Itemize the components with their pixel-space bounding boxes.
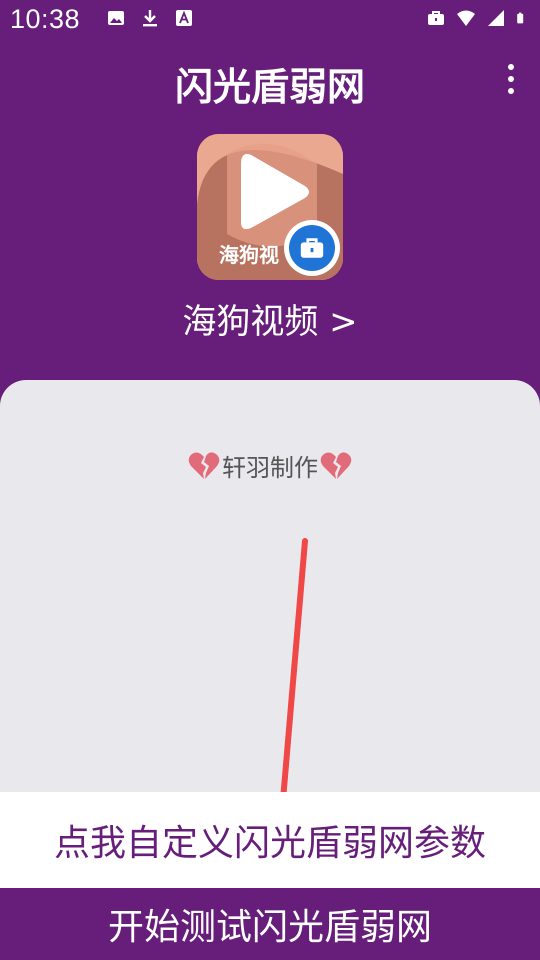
custom-params-button[interactable]: 点我自定义闪光盾弱网参数	[0, 792, 540, 888]
screen: 10:38 闪光盾弱网 海狗视 海狗视频 > 轩羽制作 点我自定义闪光盾弱网参数…	[0, 0, 540, 960]
start-test-button[interactable]: 开始测试闪光盾弱网	[0, 888, 540, 960]
